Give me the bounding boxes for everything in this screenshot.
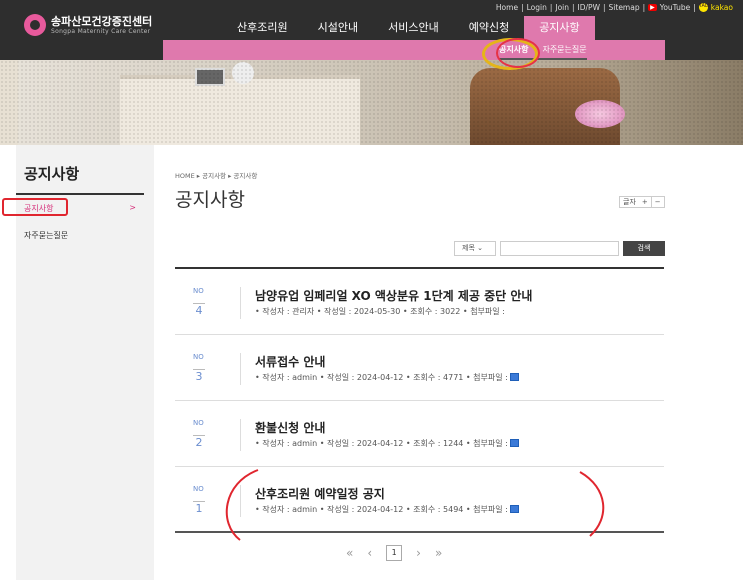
post-title[interactable]: 환불신청 안내 [255, 419, 325, 436]
no-label: NO [193, 353, 204, 361]
file-icon[interactable] [510, 373, 520, 381]
logo-title: 송파산모건강증진센터 [51, 14, 153, 28]
breadcrumb: HOME ▸ 공지사항 ▸ 공지사항 [175, 172, 258, 180]
post-number: 3 [193, 369, 205, 383]
util-youtube[interactable]: YouTube [660, 3, 691, 12]
list-item[interactable]: NO 2 환불신청 안내 • 작성자 : admin • 작성일 : 2024-… [175, 401, 664, 467]
global-nav: 산후조리원 시설안내 서비스안내 예약신청 공지사항 [222, 16, 595, 40]
divider [240, 287, 241, 319]
chevron-right-icon: > [129, 203, 136, 212]
util-kakao[interactable]: kakao [711, 3, 733, 12]
post-meta: • 작성자 : admin • 작성일 : 2024-04-12 • 조회수 :… [255, 372, 520, 383]
subnav-faq[interactable]: 자주묻는질문 [542, 40, 586, 58]
page-number-current[interactable]: 1 [386, 545, 403, 561]
logo-subtitle: Songpa Maternity Care Center [51, 27, 151, 35]
util-home[interactable]: Home [496, 3, 518, 12]
list-item[interactable]: NO 3 서류접수 안내 • 작성자 : admin • 작성일 : 2024-… [175, 335, 664, 401]
post-meta-text: • 작성자 : admin • 작성일 : 2024-04-12 • 조회수 :… [255, 373, 508, 382]
search-bar: 제목 ⌄ 검색 [454, 241, 665, 256]
util-login[interactable]: Login [527, 3, 547, 12]
font-size-control: 글자 + − [619, 196, 665, 208]
red-highlight-mark [496, 38, 540, 68]
nav-reservation[interactable]: 예약신청 [454, 16, 524, 40]
red-box-annotation [2, 198, 68, 216]
logo-heart-icon [24, 14, 46, 36]
search-field-select[interactable]: 제목 ⌄ [454, 241, 496, 256]
search-select-value: 제목 [462, 244, 475, 252]
post-number: 1 [193, 501, 205, 515]
post-meta: • 작성자 : admin • 작성일 : 2024-04-12 • 조회수 :… [255, 438, 520, 449]
sidebar-title: 공지사항 [16, 145, 144, 195]
divider [240, 353, 241, 385]
no-label: NO [193, 485, 204, 493]
search-input[interactable] [500, 241, 619, 256]
font-plus-button[interactable]: + [639, 197, 651, 207]
file-icon[interactable] [510, 439, 520, 447]
nav-notice[interactable]: 공지사항 [524, 16, 595, 40]
no-label: NO [193, 287, 204, 295]
sidebar-item-faq[interactable]: 자주묻는질문 [16, 222, 144, 249]
post-meta: • 작성자 : 관리자 • 작성일 : 2024-05-30 • 조회수 : 3… [255, 306, 505, 317]
search-button[interactable]: 검색 [623, 241, 665, 256]
next-page-button[interactable]: › [416, 546, 421, 560]
sub-nav: 공지사항 자주묻는질문 [163, 40, 665, 60]
font-minus-button[interactable]: − [650, 197, 664, 207]
pagination: « ‹ 1 › » [346, 545, 442, 561]
site-logo[interactable]: 송파산모건강증진센터 Songpa Maternity Care Center [24, 14, 152, 36]
post-title[interactable]: 남양유업 임페리얼 XO 액상분유 1단계 제공 중단 안내 [255, 287, 532, 304]
list-item[interactable]: NO 4 남양유업 임페리얼 XO 액상분유 1단계 제공 중단 안내 • 작성… [175, 269, 664, 335]
post-meta-text: • 작성자 : admin • 작성일 : 2024-04-12 • 조회수 :… [255, 439, 508, 448]
post-number: 4 [193, 303, 205, 317]
util-sitemap[interactable]: Sitemap [609, 3, 640, 12]
kakao-icon[interactable]: TALK [698, 3, 711, 12]
youtube-icon[interactable]: ▶ [648, 4, 657, 11]
nav-postnatal[interactable]: 산후조리원 [222, 16, 303, 40]
post-title[interactable]: 서류접수 안내 [255, 353, 325, 370]
last-page-button[interactable]: » [435, 546, 442, 560]
red-bracket-annotation [225, 469, 605, 541]
page-title: 공지사항 [175, 189, 245, 211]
post-number: 2 [193, 435, 205, 449]
prev-page-button[interactable]: ‹ [367, 546, 372, 560]
nav-service[interactable]: 서비스안내 [373, 16, 454, 40]
post-meta-text: • 작성자 : 관리자 • 작성일 : 2024-05-30 • 조회수 : 3… [255, 307, 505, 316]
sidebar: 공지사항 공지사항 > 자주묻는질문 [2, 145, 154, 580]
utility-links: Home | Login | Join | ID/PW | Sitemap | ▶ You… [495, 3, 733, 12]
sidebar-item-label: 자주묻는질문 [24, 231, 69, 240]
divider [240, 419, 241, 451]
nav-facility[interactable]: 시설안내 [303, 16, 373, 40]
util-idpw[interactable]: ID/PW [578, 3, 600, 12]
util-join[interactable]: Join [555, 3, 569, 12]
font-size-label: 글자 [623, 198, 636, 206]
no-label: NO [193, 419, 204, 427]
first-page-button[interactable]: « [346, 546, 353, 560]
chevron-down-icon: ⌄ [477, 244, 483, 252]
